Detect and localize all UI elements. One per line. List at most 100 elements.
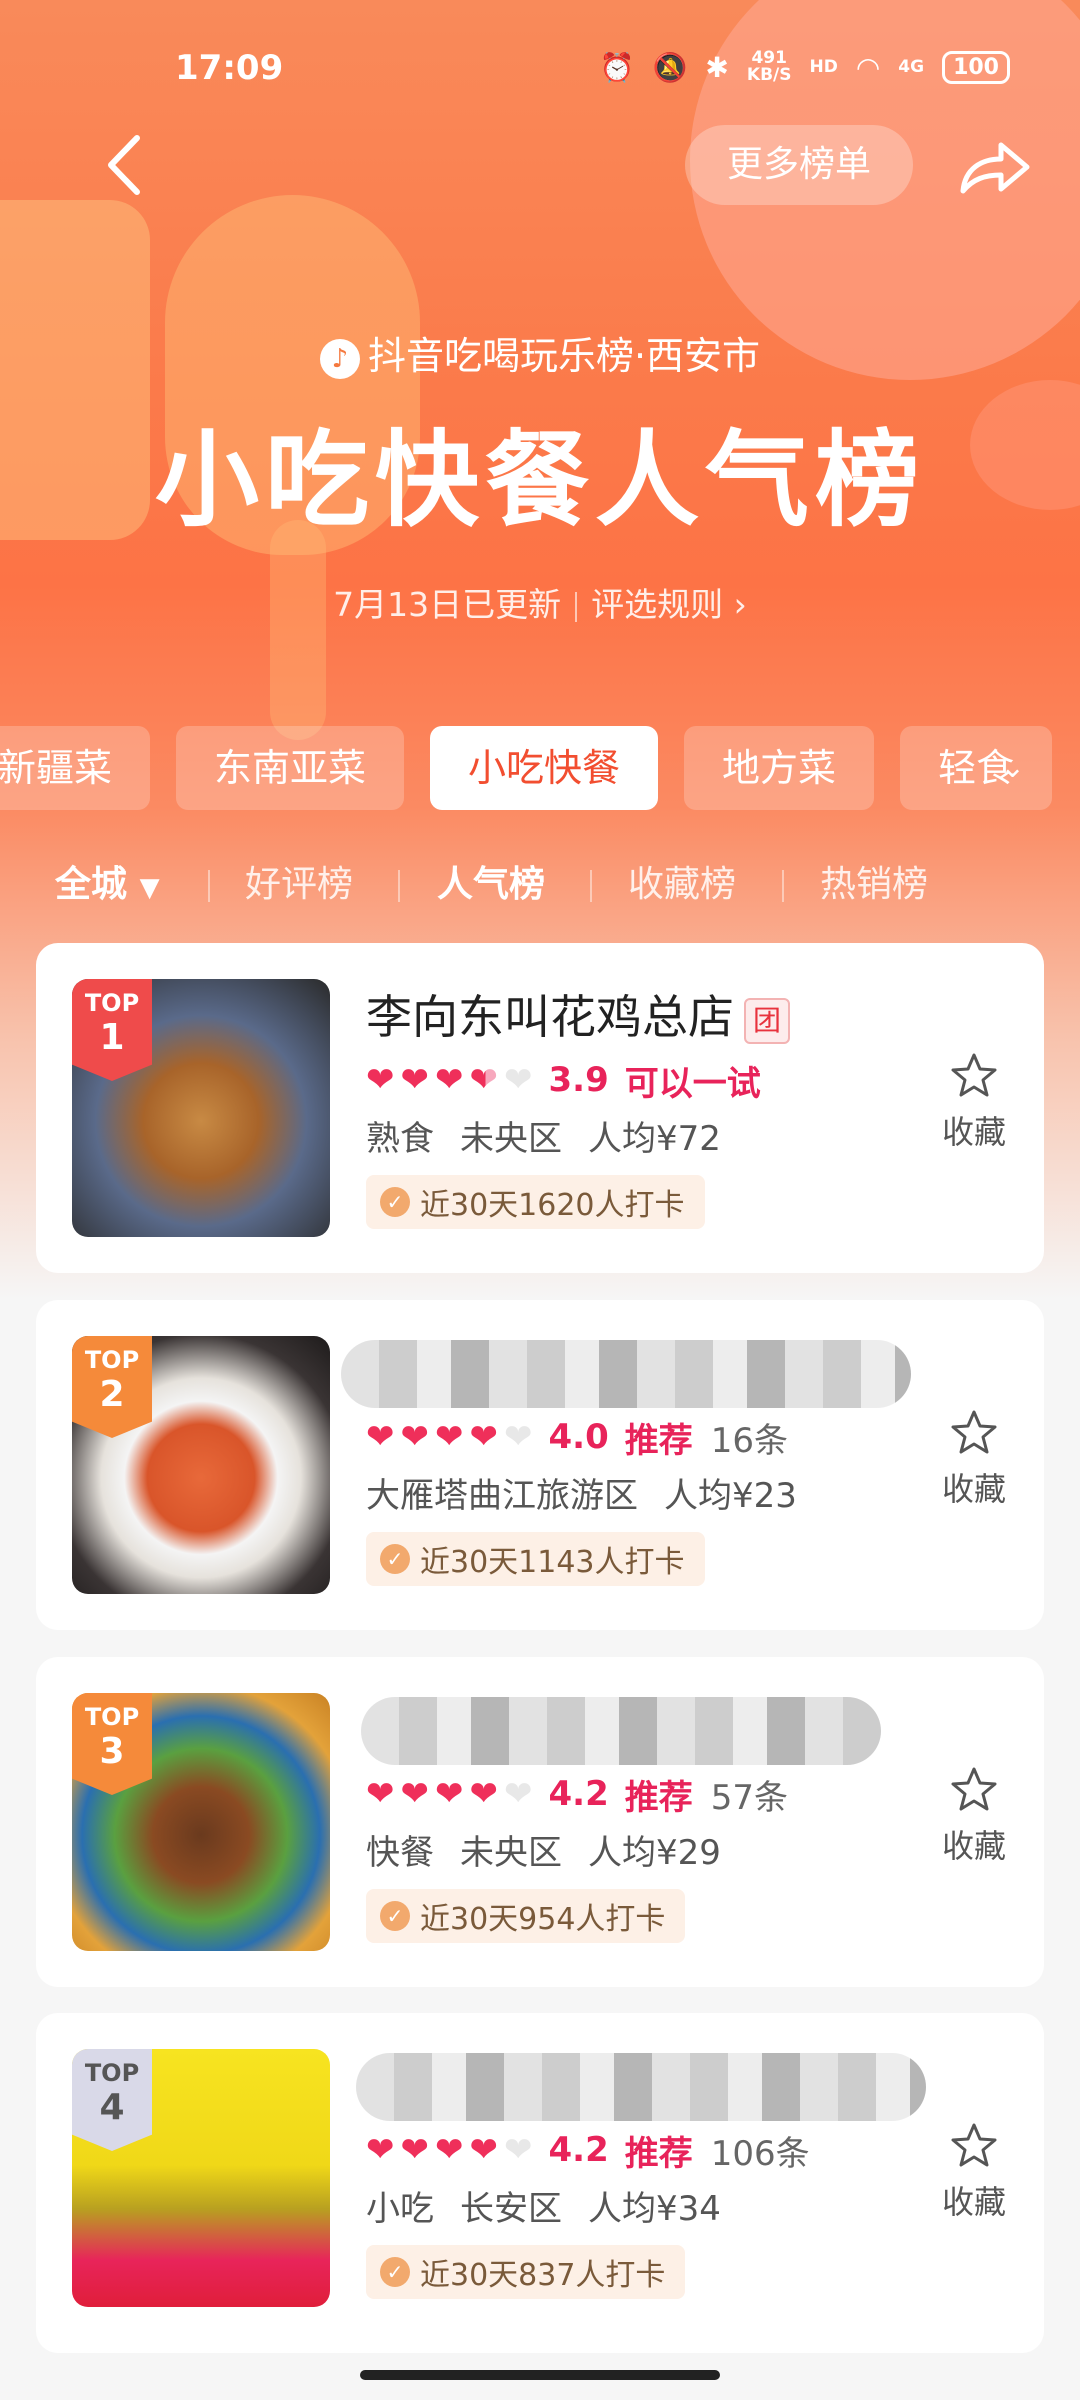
heart-icon: ❤ xyxy=(400,1417,430,1457)
heart-icon: ❤ xyxy=(400,2130,430,2170)
tab-favorites[interactable]: 收藏榜 xyxy=(628,855,736,915)
checkin-badge: ✓ 近30天1620人打卡 xyxy=(366,1175,705,1229)
city-filter[interactable]: 全城 ▼ xyxy=(55,855,160,918)
checkin-badge: ✓ 近30天837人打卡 xyxy=(366,2245,686,2299)
rank-number: 4 xyxy=(99,2087,125,2128)
tab-southeast-asian[interactable]: 东南亚菜 xyxy=(176,726,405,810)
tab-popular[interactable]: 人气榜 xyxy=(437,855,545,915)
rating-row: ❤ ❤ ❤ ❤ ❤ 3.9 可以一试 xyxy=(366,1055,761,1105)
favorite-button[interactable]: 收藏 xyxy=(934,1765,1014,1867)
rank-badge: TOP 3 xyxy=(72,1693,152,1795)
hd-icon: HD xyxy=(809,56,838,77)
heart-icon: ❤ xyxy=(366,1774,395,1814)
tab-light-meal[interactable]: 轻食 xyxy=(900,726,1053,810)
rank-badge: TOP 4 xyxy=(72,2049,152,2151)
category: 快餐 xyxy=(366,1833,434,1873)
list-item[interactable]: TOP 1 李向东叫花鸡总店团 ❤ ❤ ❤ ❤ ❤ 3.9 可以一试 熟食 未央区… xyxy=(36,943,1044,1273)
chevron-right-icon[interactable]: › xyxy=(734,585,747,624)
brand-text: 抖音吃喝玩乐榜·西安市 xyxy=(367,334,761,378)
shop-photo: TOP 4 xyxy=(72,2049,330,2307)
avg-price: 人均¥34 xyxy=(588,2189,721,2229)
rating-verdict: 推荐 xyxy=(624,2133,693,2174)
avg-price: 人均¥23 xyxy=(664,1476,797,1516)
star-icon xyxy=(951,1053,997,1097)
shop-meta: 大雁塔曲江旅游区 人均¥23 xyxy=(366,1468,823,1517)
signal-icon: 4G xyxy=(898,56,925,77)
list-item[interactable]: TOP 4 ❤ ❤ ❤ ❤ ❤ 4.2 推荐 106条 小吃 长安区 人均¥34 ✓… xyxy=(36,2013,1044,2353)
rating-verdict: 可以一试 xyxy=(624,1063,761,1104)
heart-icon: ❤ xyxy=(366,1417,395,1457)
rating-score: 4.2 xyxy=(548,1774,609,1814)
battery-icon: 100 xyxy=(942,50,1010,84)
updated-date: 7月13日已更新 xyxy=(333,585,562,624)
heart-icon: ❤ xyxy=(435,2130,464,2170)
favorite-button[interactable]: 收藏 xyxy=(934,2121,1014,2223)
ranking-subtabs: 全城 ▼ 好评榜 人气榜 收藏榜 热销榜 xyxy=(0,855,1080,915)
review-count: 106条 xyxy=(710,2133,810,2174)
shop-photo: TOP 1 xyxy=(72,979,330,1237)
check-icon: ✓ xyxy=(380,1901,410,1931)
favorite-button[interactable]: 收藏 xyxy=(934,1051,1014,1153)
net-speed: 491 KB/S xyxy=(747,50,792,84)
tab-good-reviews[interactable]: 好评榜 xyxy=(245,855,353,915)
back-arrow-icon[interactable] xyxy=(95,130,155,200)
divider xyxy=(590,870,592,902)
review-count: 57条 xyxy=(710,1777,788,1818)
checkin-text: 近30天954人打卡 xyxy=(420,1902,666,1937)
heart-icon: ❤ xyxy=(366,1060,395,1100)
check-icon: ✓ xyxy=(380,2257,410,2287)
tab-hot-sales[interactable]: 热销榜 xyxy=(820,855,928,915)
rating-row: ❤ ❤ ❤ ❤ ❤ 4.2 推荐 106条 xyxy=(366,2125,810,2175)
heart-icon: ❤ xyxy=(366,2130,395,2170)
shop-name-blurred[interactable] xyxy=(361,1697,881,1765)
list-item[interactable]: TOP 3 ❤ ❤ ❤ ❤ ❤ 4.2 推荐 57条 快餐 未央区 人均¥29 ✓ 近… xyxy=(36,1657,1044,1987)
more-lists-button[interactable]: 更多榜单 xyxy=(685,125,913,205)
favorite-label: 收藏 xyxy=(941,1113,1006,1151)
rank-label: TOP xyxy=(84,1703,140,1731)
avg-price: 人均¥72 xyxy=(588,1119,721,1159)
tab-xinjiang[interactable]: 新疆菜 xyxy=(0,726,151,810)
home-indicator[interactable] xyxy=(360,2370,720,2380)
category: 熟食 xyxy=(366,1119,434,1159)
page-title: 小吃快餐人气榜 xyxy=(154,419,925,541)
rating-row: ❤ ❤ ❤ ❤ ❤ 4.0 推荐 16条 xyxy=(366,1412,788,1462)
wifi-icon: ◠ xyxy=(855,50,881,84)
divider xyxy=(782,870,784,902)
heart-empty-icon: ❤ xyxy=(504,1060,533,1100)
divider xyxy=(208,870,210,902)
shop-name[interactable]: 李向东叫花鸡总店团 xyxy=(366,981,790,1047)
check-icon: ✓ xyxy=(380,1187,410,1217)
rules-link[interactable]: 评选规则 xyxy=(591,585,723,624)
shop-name-blurred[interactable] xyxy=(356,2053,926,2121)
shop-name-blurred[interactable] xyxy=(341,1340,911,1408)
heart-icon: ❤ xyxy=(469,2130,499,2170)
heart-icon: ❤ xyxy=(435,1417,464,1457)
bluetooth-icon: ✱ xyxy=(705,50,729,84)
list-item[interactable]: TOP 2 ❤ ❤ ❤ ❤ ❤ 4.0 推荐 16条 大雁塔曲江旅游区 人均¥23… xyxy=(36,1300,1044,1630)
rank-badge: TOP 1 xyxy=(72,979,152,1081)
rating-row: ❤ ❤ ❤ ❤ ❤ 4.2 推荐 57条 xyxy=(366,1769,788,1819)
checkin-text: 近30天1143人打卡 xyxy=(420,1545,685,1580)
star-icon xyxy=(951,1767,997,1811)
category-tabs: 新疆菜 东南亚菜 小吃快餐 地方菜 轻食 xyxy=(0,726,1053,810)
chevron-down-icon[interactable]: ⌄ xyxy=(1000,750,1025,785)
decor-spoon-handle xyxy=(270,520,326,740)
heart-half-icon: ❤ xyxy=(469,1060,499,1100)
district: 未央区 xyxy=(460,1119,562,1159)
rank-label: TOP xyxy=(84,1346,140,1374)
rating-verdict: 推荐 xyxy=(624,1777,693,1818)
share-icon[interactable] xyxy=(955,135,1035,199)
favorite-label: 收藏 xyxy=(941,1470,1006,1508)
rank-number: 3 xyxy=(99,1731,125,1772)
rank-badge: TOP 2 xyxy=(72,1336,152,1438)
heart-icon: ❤ xyxy=(435,1774,464,1814)
tab-snack-fastfood[interactable]: 小吃快餐 xyxy=(430,726,659,810)
tab-local-cuisine[interactable]: 地方菜 xyxy=(684,726,875,810)
heart-icon: ❤ xyxy=(400,1060,430,1100)
star-icon xyxy=(951,1410,997,1454)
shop-meta: 小吃 长安区 人均¥34 xyxy=(366,2181,747,2230)
favorite-button[interactable]: 收藏 xyxy=(934,1408,1014,1510)
rating-score: 3.9 xyxy=(548,1060,609,1100)
divider xyxy=(398,870,400,902)
shop-photo: TOP 3 xyxy=(72,1693,330,1951)
